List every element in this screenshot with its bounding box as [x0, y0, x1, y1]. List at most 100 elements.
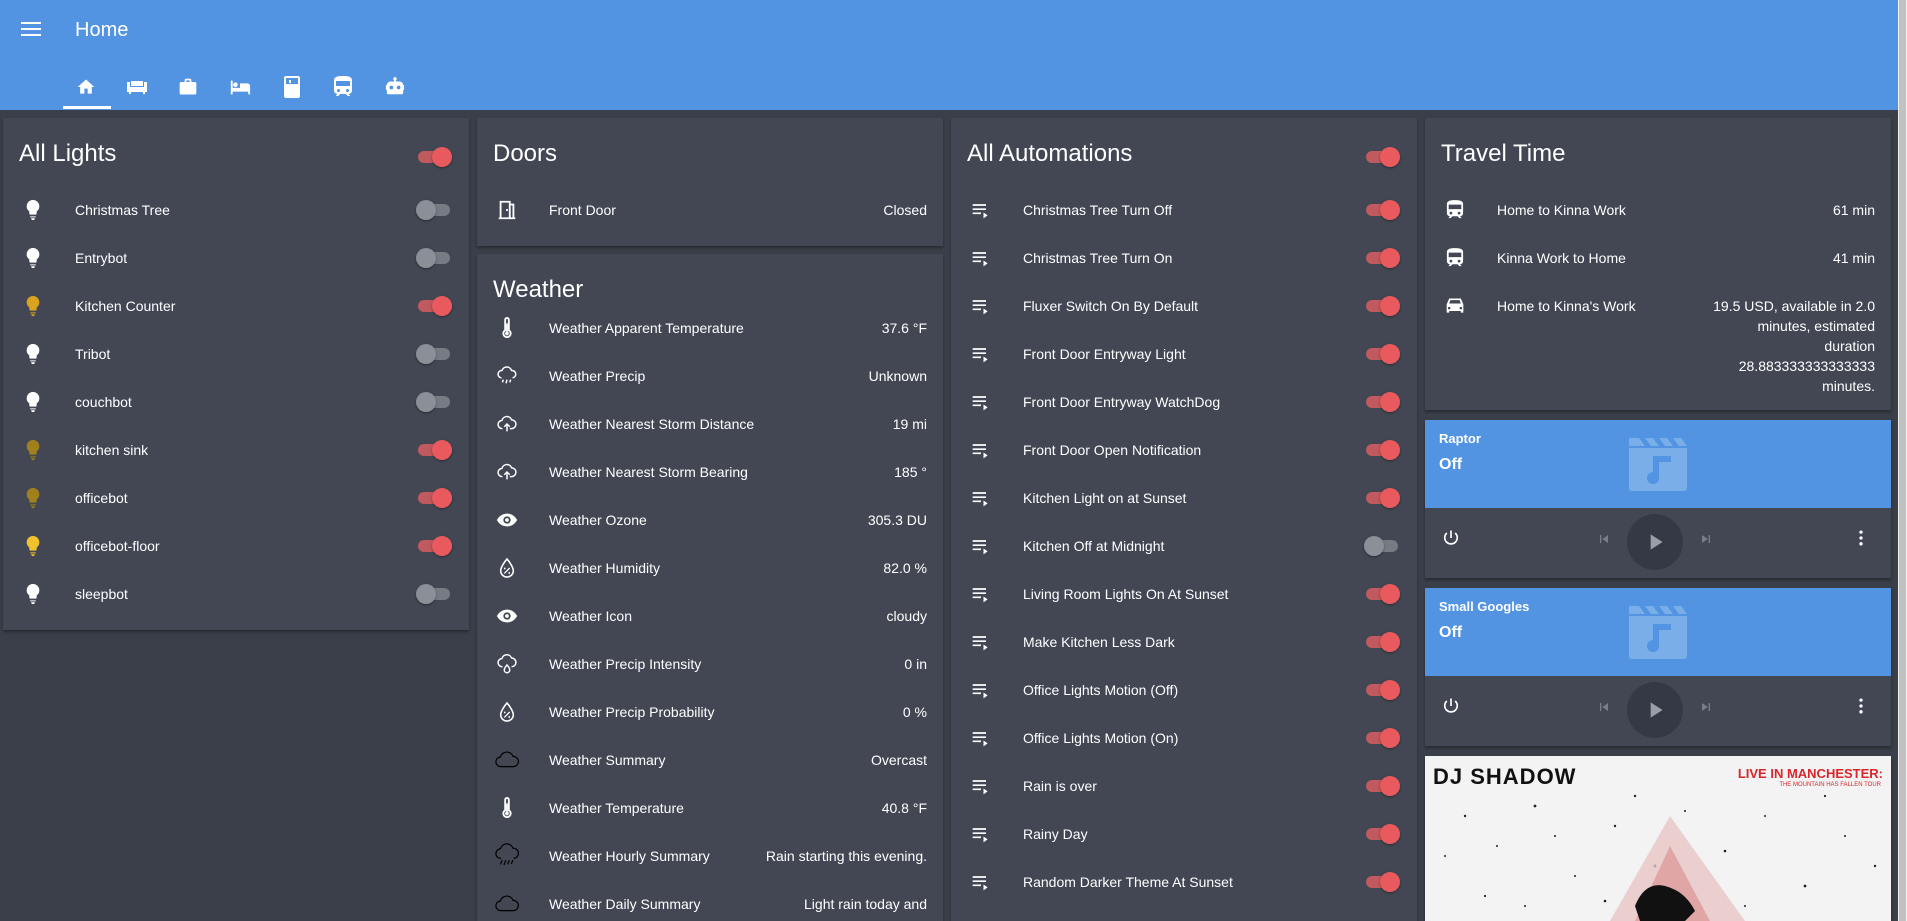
list-item[interactable]: Kitchen Off at Midnight: [951, 526, 1417, 566]
entity-toggle[interactable]: [416, 296, 452, 316]
next-track-button[interactable]: [1695, 696, 1717, 718]
tab-train[interactable]: [320, 74, 366, 100]
more-options-button[interactable]: [1849, 694, 1873, 718]
list-item[interactable]: Office Lights Motion (On): [951, 718, 1417, 758]
previous-track-button[interactable]: [1593, 528, 1615, 550]
list-item[interactable]: Weather Ozone 305.3 DU: [477, 500, 943, 540]
entity-toggle[interactable]: [1364, 584, 1400, 604]
list-item[interactable]: Office Lights Motion (Off): [951, 670, 1417, 710]
tab-bed[interactable]: [217, 74, 263, 100]
list-item[interactable]: Weather Nearest Storm Distance 19 mi: [477, 404, 943, 444]
entity-toggle[interactable]: [1364, 776, 1400, 796]
entity-toggle[interactable]: [416, 584, 452, 604]
tab-home[interactable]: [63, 74, 109, 100]
power-button[interactable]: [1439, 526, 1463, 550]
list-item[interactable]: Weather Precip Unknown: [477, 356, 943, 396]
automations-card: All Automations Christmas Tree Turn Off C…: [951, 118, 1417, 921]
play-button[interactable]: [1627, 682, 1683, 738]
list-item[interactable]: Weather Precip Intensity 0 in: [477, 644, 943, 684]
entity-toggle[interactable]: [1364, 440, 1400, 460]
list-item[interactable]: kitchen sink: [3, 430, 469, 470]
list-item[interactable]: Weather Daily Summary Light rain today an…: [477, 884, 943, 921]
power-icon: [1443, 698, 1459, 713]
list-item[interactable]: Make Kitchen Less Dark: [951, 622, 1417, 662]
entity-toggle[interactable]: [1364, 872, 1400, 892]
entity-toggle[interactable]: [416, 440, 452, 460]
entity-toggle[interactable]: [1364, 488, 1400, 508]
list-item[interactable]: Weather Humidity 82.0 %: [477, 548, 943, 588]
list-item[interactable]: Entrybot: [3, 238, 469, 278]
script-text-icon: [969, 870, 993, 894]
media-header[interactable]: Small Googles Off: [1425, 588, 1891, 676]
entity-toggle[interactable]: [1364, 392, 1400, 412]
more-options-button[interactable]: [1849, 526, 1873, 550]
entity-toggle[interactable]: [416, 200, 452, 220]
list-item[interactable]: Christmas Tree: [3, 190, 469, 230]
list-item[interactable]: Front Door Entryway WatchDog: [951, 382, 1417, 422]
list-item[interactable]: Kitchen Counter: [3, 286, 469, 326]
entity-toggle[interactable]: [1364, 248, 1400, 268]
entity-toggle[interactable]: [416, 536, 452, 556]
list-item[interactable]: Weather Nearest Storm Bearing 185 °: [477, 452, 943, 492]
list-item[interactable]: Front Door Open Notification: [951, 430, 1417, 470]
tab-robot[interactable]: [372, 74, 418, 100]
entity-toggle[interactable]: [1364, 296, 1400, 316]
list-item[interactable]: couchbot: [3, 382, 469, 422]
scrollbar-thumb[interactable]: [1899, 0, 1906, 921]
list-item[interactable]: Weather Summary Overcast: [477, 740, 943, 780]
rain-heavy-icon: [495, 843, 519, 868]
previous-track-button[interactable]: [1593, 696, 1615, 718]
play-button[interactable]: [1627, 514, 1683, 570]
automations-master-toggle[interactable]: [1364, 147, 1400, 167]
list-item[interactable]: Weather Apparent Temperature 37.6 °F: [477, 308, 943, 348]
lights-master-toggle[interactable]: [416, 147, 452, 167]
entity-toggle[interactable]: [1364, 824, 1400, 844]
entity-toggle[interactable]: [416, 344, 452, 364]
list-item[interactable]: officebot-floor: [3, 526, 469, 566]
entity-state: Closed: [883, 202, 927, 218]
list-item[interactable]: Weather Hourly Summary Rain starting this…: [477, 836, 943, 876]
entity-toggle[interactable]: [1364, 536, 1400, 556]
entity-toggle[interactable]: [416, 392, 452, 412]
list-item[interactable]: Weather Temperature 40.8 °F: [477, 788, 943, 828]
media-header[interactable]: Raptor Off: [1425, 420, 1891, 508]
entity-toggle[interactable]: [1364, 632, 1400, 652]
list-item[interactable]: Random Darker Theme At Sunset: [951, 862, 1417, 902]
card-title: All Automations: [967, 140, 1133, 167]
entity-toggle[interactable]: [416, 488, 452, 508]
tab-fridge[interactable]: [269, 74, 315, 100]
list-item[interactable]: Front Door Closed: [477, 190, 943, 230]
entity-toggle[interactable]: [1364, 680, 1400, 700]
list-item[interactable]: Rain is over: [951, 766, 1417, 806]
menu-icon[interactable]: [18, 18, 44, 42]
list-item[interactable]: officebot: [3, 478, 469, 518]
list-item[interactable]: Rainy Day: [951, 814, 1417, 854]
next-track-button[interactable]: [1695, 528, 1717, 550]
list-item[interactable]: Front Door Entryway Light: [951, 334, 1417, 374]
power-button[interactable]: [1439, 694, 1463, 718]
scrollbar[interactable]: [1898, 0, 1907, 921]
list-item[interactable]: Weather Icon cloudy: [477, 596, 943, 636]
tab-sofa[interactable]: [114, 74, 160, 100]
album-art-card[interactable]: DJ SHADOW LIVE IN MANCHESTER: THE MOUNTA…: [1425, 756, 1891, 921]
entity-name: Weather Hourly Summary: [549, 848, 710, 864]
entity-name: Weather Ozone: [549, 512, 647, 528]
entity-toggle[interactable]: [1364, 200, 1400, 220]
list-item[interactable]: Living Room Lights On At Sunset: [951, 574, 1417, 614]
entity-toggle[interactable]: [416, 248, 452, 268]
list-item[interactable]: Weather Precip Probability 0 %: [477, 692, 943, 732]
list-item[interactable]: Tribot: [3, 334, 469, 374]
list-item[interactable]: Home to Kinna's Work 19.5 USD, available…: [1425, 286, 1891, 396]
bulb-icon: [21, 294, 45, 318]
list-item[interactable]: sleepbot: [3, 574, 469, 614]
list-item[interactable]: Christmas Tree Turn On: [951, 238, 1417, 278]
tab-briefcase[interactable]: [165, 74, 211, 100]
list-item[interactable]: Home to Kinna Work 61 min: [1425, 190, 1891, 230]
entity-toggle[interactable]: [1364, 344, 1400, 364]
list-item[interactable]: Kitchen Light on at Sunset: [951, 478, 1417, 518]
list-item[interactable]: Christmas Tree Turn Off: [951, 190, 1417, 230]
entity-name: Front Door Open Notification: [1023, 442, 1202, 458]
list-item[interactable]: Kinna Work to Home 41 min: [1425, 238, 1891, 278]
entity-toggle[interactable]: [1364, 728, 1400, 748]
list-item[interactable]: Fluxer Switch On By Default: [951, 286, 1417, 326]
